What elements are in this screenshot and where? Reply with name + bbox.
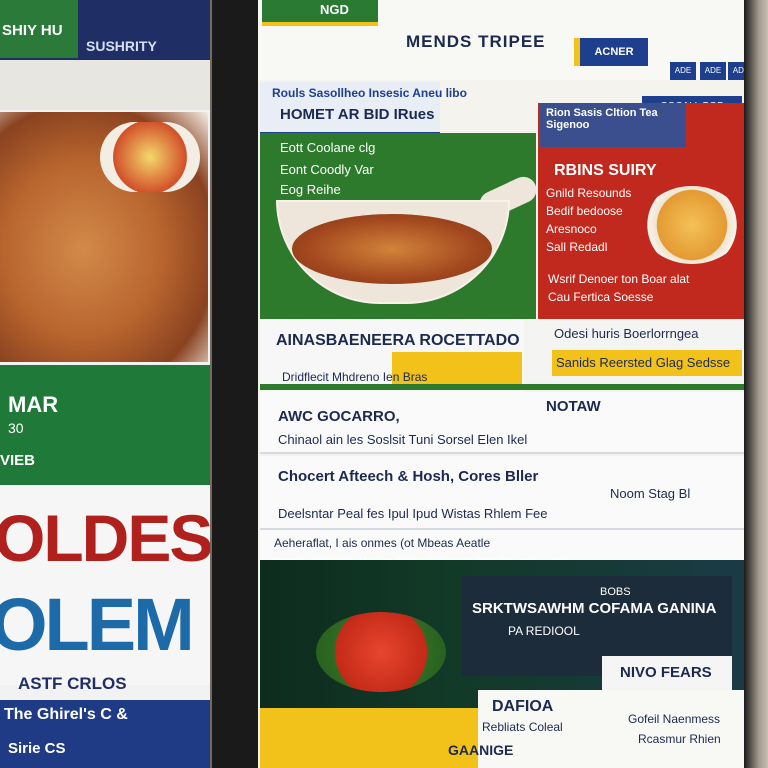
menu-top-tab: NGD [262, 0, 378, 26]
menu-bottom-brand: GAANIGE [448, 742, 514, 758]
red-promo-footer-line-2: Cau Fertica Soesse [548, 290, 654, 304]
menu-bottom-right-line-1: Gofeil Naenmess [628, 712, 721, 726]
fried-food-image [642, 186, 742, 264]
red-promo-line: Aresnoco [546, 222, 597, 236]
left-poster-price: 30 [8, 420, 24, 436]
menu-row-right: NOTAW [546, 398, 601, 415]
soup-image [292, 214, 492, 284]
menu-section-1-right-line-2: Sanids Reersted Glag Sedsse [552, 350, 742, 376]
red-promo-line: Gnild Resounds [546, 186, 632, 200]
left-poster-big-text-red: OLDES [0, 501, 210, 575]
display-frame [212, 0, 260, 768]
left-poster-strip [0, 60, 210, 110]
menu-divider [260, 384, 744, 390]
menu-row-title: AWC GOCARRO, [278, 408, 400, 425]
tomato-dish-image [316, 612, 446, 692]
soup-panel-line: Eog Reihe [280, 182, 341, 197]
menu-board: NGD MENDS TRIPEE ACNER ADE ADE ADE COCAL… [258, 0, 744, 768]
menu-dark-box-title: SRKTWSAWHM COFAMA GANINA [472, 600, 717, 617]
menu-row-line: Deelsntar Peal fes Ipul Ipud Wistas Rhle… [278, 506, 548, 521]
menu-bottom-sub: Rebliats Coleal [482, 720, 563, 734]
left-poster-board: SHIY HU SUSHRITY MAR 30 VIEB OLDES OLEM … [0, 0, 210, 768]
menu-mini-tag: ADE [728, 62, 744, 80]
menu-row-right: Noom Stag Bl [610, 486, 691, 501]
menu-row-title: Aeheraflat, I ais onmes (ot Mbeas Aeatle [274, 536, 491, 550]
side-plate-image [100, 122, 200, 192]
menu-dark-box-tag: BOBS [600, 586, 631, 598]
menu-dark-box-sub: PA REDIOOL [508, 624, 580, 638]
menu-bottom-right-line-2: Rcasmur Rhien [638, 732, 721, 746]
left-poster-tag: SHIY HU [2, 22, 63, 39]
menu-subheader-line-1: Rouls Sasollheo Insesic Aneu libo [272, 86, 467, 100]
red-promo-title: RBINS SUIRY [554, 162, 657, 179]
left-poster-tag-secondary: SUSHRITY [86, 38, 157, 54]
red-promo-line: Bedif bedoose [546, 204, 623, 218]
menu-top-tab-label: NGD [320, 2, 349, 17]
red-promo-header: Rion Sasis Cltion Tea Sigenoo [540, 103, 686, 147]
menu-blue-tag: ACNER [574, 38, 648, 66]
left-poster-small-text: ASTF CRLOS [18, 674, 127, 693]
soup-panel-line: Eont Coodly Var [280, 162, 374, 177]
left-poster-footer-line-2: Sirie CS [8, 740, 66, 757]
red-promo-line: Sall Redadl [546, 240, 608, 254]
left-poster-subtitle: VIEB [0, 452, 36, 469]
menu-section-1-subtitle: Dridflecit Mhdreno Ien Bras [282, 370, 428, 384]
left-poster-big-text-blue: OLEM [0, 583, 195, 666]
left-poster-title: MAR [8, 392, 59, 417]
menu-mini-tag: ADE [700, 62, 726, 80]
menu-subheader-line-2: HOMET AR BID IRues [280, 106, 435, 123]
menu-section-1-title: AINASBAENEERA ROCETTADO [276, 332, 520, 349]
left-poster-footer-line-1: The Ghirel's C & [4, 706, 128, 723]
menu-white-box-title: NIVO FEARS [620, 664, 712, 681]
roast-chicken-photo [0, 112, 208, 362]
menu-mini-tag: ADE [670, 62, 696, 80]
menu-row-title: Chocert Afteech & Hosh, Cores Bller [278, 468, 539, 485]
red-promo-footer-line-1: Wsrif Denoer ton Boar alat [548, 272, 690, 286]
menu-bottom-title: DAFIOA [492, 698, 554, 715]
menu-row-line: Chinaol ain les Soslsit Tuni Sorsel Elen… [278, 432, 528, 447]
menu-title: MENDS TRIPEE [406, 32, 546, 51]
menu-section-1-right-line-1: Odesi huris Boerlorrngea [554, 326, 699, 341]
soup-panel-line: Eott Coolane clg [280, 140, 376, 155]
right-frame-edge [744, 0, 768, 768]
